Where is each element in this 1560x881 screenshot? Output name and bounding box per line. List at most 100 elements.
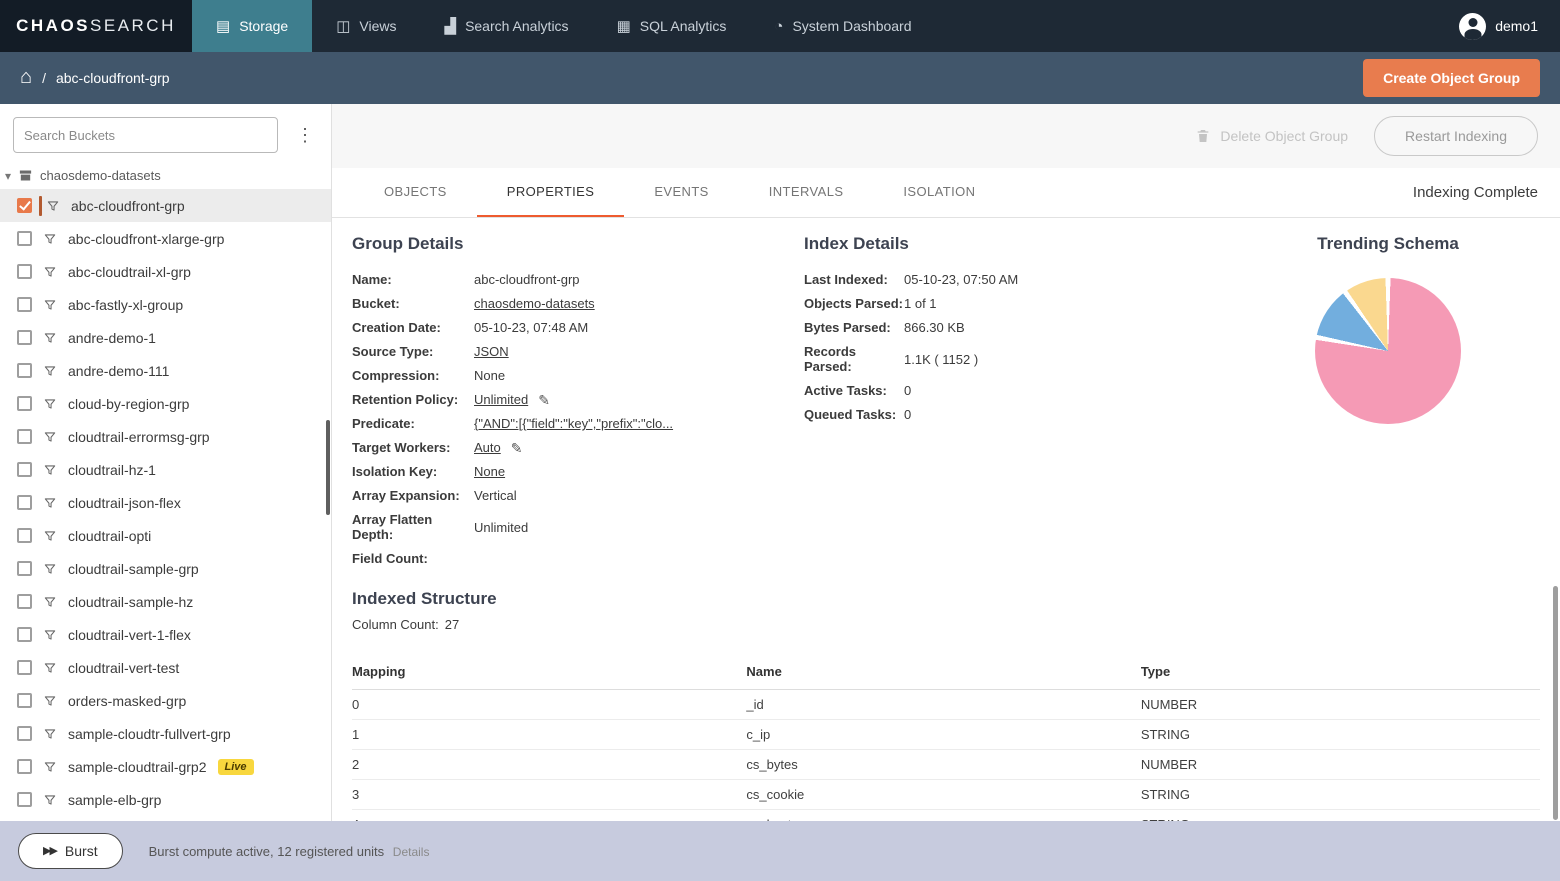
bucket-item[interactable]: cloudtrail-vert-1-flex	[0, 618, 331, 651]
bucket-item[interactable]: cloudtrail-errormsg-grp	[0, 420, 331, 453]
nav-item-views[interactable]: ◫ Views	[312, 0, 420, 52]
detail-label: Field Count:	[352, 551, 428, 566]
edit-pencil-icon[interactable]: ✎	[538, 393, 550, 407]
filter-funnel-icon	[43, 430, 57, 444]
bucket-item[interactable]: andre-demo-111	[0, 354, 331, 387]
group-details-section: Group Details Name: abc-cloudfront-grp B…	[352, 234, 804, 575]
nav-item-system-dashboard[interactable]: ◔ System Dashboard	[750, 0, 935, 52]
bucket-checkbox[interactable]	[17, 396, 32, 411]
column-header: Type	[1140, 664, 1171, 679]
bucket-checkbox[interactable]	[17, 627, 32, 642]
bucket-item[interactable]: abc-cloudfront-grp	[0, 189, 331, 222]
nav-item-storage[interactable]: ▤ Storage	[192, 0, 313, 52]
burst-bar: ▶▶ Burst Burst compute active, 12 regist…	[0, 821, 1560, 881]
tab-events[interactable]: EVENTS	[624, 168, 738, 217]
bucket-checkbox[interactable]	[17, 759, 32, 774]
bucket-checkbox[interactable]	[17, 297, 32, 312]
detail-value: 866.30 KB	[904, 320, 965, 335]
bucket-item[interactable]: orders-masked-grp	[0, 684, 331, 717]
bucket-checkbox[interactable]	[17, 594, 32, 609]
detail-row: Source Type: JSON	[352, 344, 804, 359]
bucket-item[interactable]: cloudtrail-sample-hz	[0, 585, 331, 618]
bucket-checkbox[interactable]	[17, 198, 32, 213]
tab-intervals[interactable]: INTERVALS	[739, 168, 874, 217]
bucket-item[interactable]: sample-elb-grp	[0, 783, 331, 816]
detail-value[interactable]: Unlimited	[474, 392, 528, 407]
search-buckets-input[interactable]	[13, 117, 278, 153]
user-menu[interactable]: demo1	[1459, 0, 1560, 52]
bucket-tree-header[interactable]: ▾ chaosdemo-datasets	[0, 165, 331, 189]
bucket-checkbox[interactable]	[17, 330, 32, 345]
bucket-item[interactable]: abc-cloudtrail-xl-grp	[0, 255, 331, 288]
detail-value[interactable]: JSON	[474, 344, 509, 359]
restart-indexing-button[interactable]: Restart Indexing	[1374, 116, 1538, 156]
main-scrollbar[interactable]	[1553, 586, 1558, 820]
detail-value[interactable]: None	[474, 464, 505, 479]
breadcrumb-bar: ⌂ / abc-cloudfront-grp Create Object Gro…	[0, 52, 1560, 104]
filter-funnel-icon	[43, 628, 57, 642]
detail-label: Predicate:	[352, 416, 415, 431]
detail-value: 05-10-23, 07:50 AM	[904, 272, 1019, 287]
bucket-item[interactable]: sample-cloudtr-fullvert-grp	[0, 717, 331, 750]
bucket-item[interactable]: cloud-by-region-grp	[0, 387, 331, 420]
bucket-checkbox[interactable]	[17, 792, 32, 807]
bucket-checkbox[interactable]	[17, 231, 32, 246]
bucket-checkbox[interactable]	[17, 495, 32, 510]
column-count: Column Count: 27	[352, 617, 1540, 632]
bucket-checkbox[interactable]	[17, 693, 32, 708]
bucket-item[interactable]: andre-demo-1	[0, 321, 331, 354]
bucket-item-label: cloudtrail-sample-grp	[68, 560, 199, 577]
bucket-checkbox[interactable]	[17, 462, 32, 477]
tab-properties[interactable]: PROPERTIES	[476, 168, 625, 217]
bucket-item[interactable]: abc-cloudfront-xlarge-grp	[0, 222, 331, 255]
views-icon: ◫	[336, 17, 351, 35]
detail-row: Array Expansion: Vertical	[352, 488, 804, 503]
bucket-checkbox[interactable]	[17, 429, 32, 444]
bucket-checkbox[interactable]	[17, 561, 32, 576]
detail-row: Active Tasks: 0	[804, 383, 1236, 398]
burst-button[interactable]: ▶▶ Burst	[18, 833, 123, 869]
sidebar-scrollbar[interactable]	[326, 420, 330, 515]
filter-funnel-icon	[43, 562, 57, 576]
bucket-item[interactable]: cloudtrail-hz-1	[0, 453, 331, 486]
bucket-checkbox[interactable]	[17, 363, 32, 378]
filter-funnel-icon	[43, 364, 57, 378]
trending-schema-title: Trending Schema	[1317, 234, 1459, 253]
burst-details-link[interactable]: Details	[393, 845, 430, 859]
bucket-item[interactable]: cloudtrail-vert-test	[0, 651, 331, 684]
detail-value: 1.1K ( 1152 )	[904, 351, 979, 367]
detail-value[interactable]: {"AND":[{"field":"key","prefix":"clo...	[474, 416, 673, 431]
bucket-item[interactable]: cloudtrail-json-flex	[0, 486, 331, 519]
nav-item-label: Storage	[239, 18, 289, 34]
edit-pencil-icon[interactable]: ✎	[511, 441, 523, 455]
burst-status-text: Burst compute active, 12 registered unit…	[148, 843, 385, 859]
detail-label: Isolation Key:	[352, 464, 438, 479]
column-count-label: Column Count:	[352, 617, 439, 632]
detail-value[interactable]: chaosdemo-datasets	[474, 296, 595, 311]
delete-object-group-button[interactable]: Delete Object Group	[1195, 128, 1348, 144]
bucket-checkbox[interactable]	[17, 726, 32, 741]
bucket-item[interactable]: cloudtrail-sample-grp	[0, 552, 331, 585]
bucket-item-label: abc-cloudfront-grp	[71, 197, 185, 214]
bucket-item[interactable]: sample-cloudtrail-grp2 Live	[0, 750, 331, 783]
bucket-checkbox[interactable]	[17, 528, 32, 543]
bucket-checkbox[interactable]	[17, 264, 32, 279]
kebab-menu-icon[interactable]: ⋮	[291, 125, 319, 146]
home-icon[interactable]: ⌂	[20, 67, 32, 87]
detail-value: Vertical	[474, 488, 517, 503]
filter-funnel-icon	[43, 232, 57, 246]
create-object-group-button[interactable]: Create Object Group	[1363, 59, 1540, 97]
main-panel: Delete Object Group Restart Indexing OBJ…	[332, 104, 1560, 821]
bucket-checkbox[interactable]	[17, 660, 32, 675]
tab-objects[interactable]: OBJECTS	[354, 168, 477, 217]
nav-item-sql-analytics[interactable]: ▦ SQL Analytics	[593, 0, 751, 52]
detail-value[interactable]: Auto	[474, 440, 501, 455]
nav-item-search-analytics[interactable]: ▟ Search Analytics	[421, 0, 593, 52]
bucket-item[interactable]: cloudtrail-opti	[0, 519, 331, 552]
bucket-item[interactable]: abc-fastly-xl-group	[0, 288, 331, 321]
live-badge: Live	[217, 758, 254, 775]
indexing-status: Indexing Complete	[1412, 184, 1538, 201]
detail-row: Bucket: chaosdemo-datasets	[352, 296, 804, 311]
bucket-icon	[18, 168, 33, 183]
tab-isolation[interactable]: ISOLATION	[873, 168, 1005, 217]
